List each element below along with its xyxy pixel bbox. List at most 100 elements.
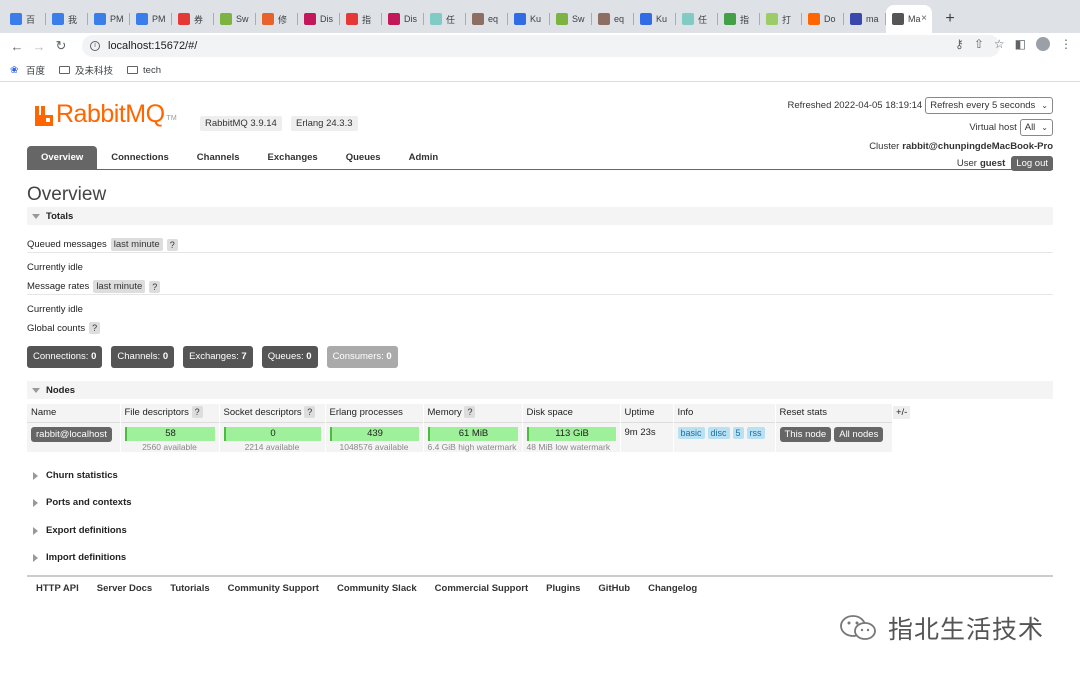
info-tag[interactable]: rss	[746, 426, 765, 439]
info-tag[interactable]: 5	[732, 426, 744, 439]
footer-link-changelog[interactable]: Changelog	[648, 583, 697, 594]
info-tag[interactable]: basic	[677, 426, 705, 439]
back-arrow-icon[interactable]: ←	[6, 39, 28, 54]
browser-tab[interactable]: Dis	[382, 5, 424, 33]
footer-link-http-api[interactable]: HTTP API	[36, 583, 79, 594]
info-tag[interactable]: disc	[707, 426, 730, 439]
browser-tab[interactable]: Ma ×	[886, 5, 932, 33]
browser-tab-favicon	[52, 13, 64, 25]
totals-section-toggle[interactable]: Totals	[27, 207, 1053, 225]
consumers-count-button[interactable]: Consumers: 0	[326, 346, 398, 368]
nodes-section-toggle[interactable]: Nodes	[27, 381, 1053, 399]
rabbitmq-version-badge: RabbitMQ 3.9.14	[200, 116, 282, 131]
help-button[interactable]: ?	[304, 406, 316, 419]
rates-range-selector[interactable]: last minute	[93, 280, 146, 293]
browser-tab-favicon	[598, 13, 610, 25]
global-counts-row: Global counts ?	[27, 322, 101, 334]
export-definitions-toggle[interactable]: Export definitions	[33, 525, 127, 536]
footer-link-commercial-support[interactable]: Commercial Support	[435, 583, 528, 594]
browser-tab[interactable]: Sw	[214, 5, 256, 33]
browser-tab[interactable]: 打	[760, 5, 802, 33]
browser-tab[interactable]: PM	[130, 5, 172, 33]
help-button[interactable]: ?	[191, 406, 203, 419]
ports-contexts-toggle[interactable]: Ports and contexts	[33, 497, 132, 508]
help-button[interactable]: ?	[166, 238, 178, 251]
address-url: localhost:15672/#/	[108, 40, 198, 52]
sidebar-icon[interactable]: ◧	[1015, 37, 1026, 51]
browser-tab[interactable]: Sw	[550, 5, 592, 33]
site-info-icon[interactable]: i	[90, 41, 100, 51]
vhost-select[interactable]: All ⌄	[1019, 118, 1053, 136]
reload-icon[interactable]: ↻	[50, 38, 72, 54]
profile-avatar-icon[interactable]	[1036, 37, 1050, 51]
browser-tab[interactable]: 任	[424, 5, 466, 33]
footer-link-server-docs[interactable]: Server Docs	[97, 583, 152, 594]
footer-link-tutorials[interactable]: Tutorials	[170, 583, 209, 594]
node-link[interactable]: rabbit@localhost	[31, 426, 112, 442]
exchanges-count-button[interactable]: Exchanges: 7	[183, 346, 253, 368]
browser-tab-label: Do	[824, 14, 836, 24]
reset-all-nodes-button[interactable]: All nodes	[834, 426, 884, 442]
help-button[interactable]: ?	[89, 322, 101, 334]
connections-count-button[interactable]: Connections: 0	[27, 346, 103, 368]
browser-tab[interactable]: eq	[592, 5, 634, 33]
bookmark-folder[interactable]: tech	[127, 65, 161, 76]
browser-tab[interactable]: eq	[466, 5, 508, 33]
browser-tab-favicon	[430, 13, 442, 25]
collapsed-triangle-icon	[33, 498, 38, 507]
browser-tab-label: 指	[362, 14, 372, 25]
address-bar[interactable]: i localhost:15672/#/	[82, 35, 1000, 57]
main-nav: Overview Connections Channels Exchanges …	[27, 146, 1053, 170]
browser-tab[interactable]: 券	[172, 5, 214, 33]
close-tab-icon[interactable]: ×	[921, 13, 927, 24]
footer-link-plugins[interactable]: Plugins	[546, 583, 580, 594]
browser-tab[interactable]: PM	[88, 5, 130, 33]
tab-connections[interactable]: Connections	[97, 146, 183, 170]
browser-tab[interactable]: Do	[802, 5, 844, 33]
help-button[interactable]: ?	[149, 280, 161, 293]
chevron-down-icon: ⌄	[1041, 100, 1048, 110]
tab-admin[interactable]: Admin	[395, 146, 453, 170]
rates-idle-text: Currently idle	[27, 304, 83, 315]
import-definitions-toggle[interactable]: Import definitions	[33, 552, 126, 563]
rabbitmq-logo[interactable]: RabbitMQ TM	[35, 102, 177, 127]
browser-tab[interactable]: Ku	[508, 5, 550, 33]
browser-tab-label: Dis	[320, 14, 333, 24]
browser-tab[interactable]: 修	[256, 5, 298, 33]
forward-arrow-icon[interactable]: →	[28, 39, 50, 54]
browser-tab-favicon	[10, 13, 22, 25]
tab-queues[interactable]: Queues	[332, 146, 395, 170]
memory-bar: 61 MiB	[427, 426, 518, 441]
queues-count-button[interactable]: Queues: 0	[261, 346, 318, 368]
browser-tab-label: Ku	[530, 14, 542, 24]
browser-tab[interactable]: 任	[676, 5, 718, 33]
footer-link-community-slack[interactable]: Community Slack	[337, 583, 417, 594]
bookmark-folder[interactable]: 及未科技	[59, 63, 113, 77]
churn-statistics-toggle[interactable]: Churn statistics	[33, 470, 118, 481]
column-toggle-button[interactable]: +/-	[893, 406, 911, 419]
browser-tab-favicon	[136, 13, 148, 25]
tab-overview[interactable]: Overview	[27, 146, 98, 170]
tab-exchanges[interactable]: Exchanges	[254, 146, 332, 170]
browser-tab[interactable]: 百	[4, 5, 46, 33]
reset-this-node-button[interactable]: This node	[779, 426, 832, 442]
channels-count-button[interactable]: Channels: 0	[111, 346, 175, 368]
help-button[interactable]: ?	[464, 406, 476, 419]
menu-kebab-icon[interactable]: ⋮	[1060, 37, 1072, 51]
queued-range-selector[interactable]: last minute	[110, 238, 163, 251]
browser-tab[interactable]: Ku	[634, 5, 676, 33]
bookmark-baidu[interactable]: ❀ 百度	[10, 63, 45, 78]
footer-link-github[interactable]: GitHub	[598, 583, 630, 594]
browser-tab[interactable]: 指	[718, 5, 760, 33]
new-tab-icon[interactable]: +	[938, 5, 962, 33]
refresh-interval-select[interactable]: Refresh every 5 seconds ⌄	[925, 96, 1053, 114]
footer-link-community-support[interactable]: Community Support	[228, 583, 319, 594]
browser-tab[interactable]: ma	[844, 5, 886, 33]
browser-tab[interactable]: Dis	[298, 5, 340, 33]
browser-tab[interactable]: 我	[46, 5, 88, 33]
browser-tab[interactable]: 指	[340, 5, 382, 33]
key-icon[interactable]: ⚷	[955, 37, 964, 51]
star-icon[interactable]: ☆	[994, 37, 1005, 51]
share-icon[interactable]: ⇧	[974, 37, 984, 51]
tab-channels[interactable]: Channels	[183, 146, 254, 170]
